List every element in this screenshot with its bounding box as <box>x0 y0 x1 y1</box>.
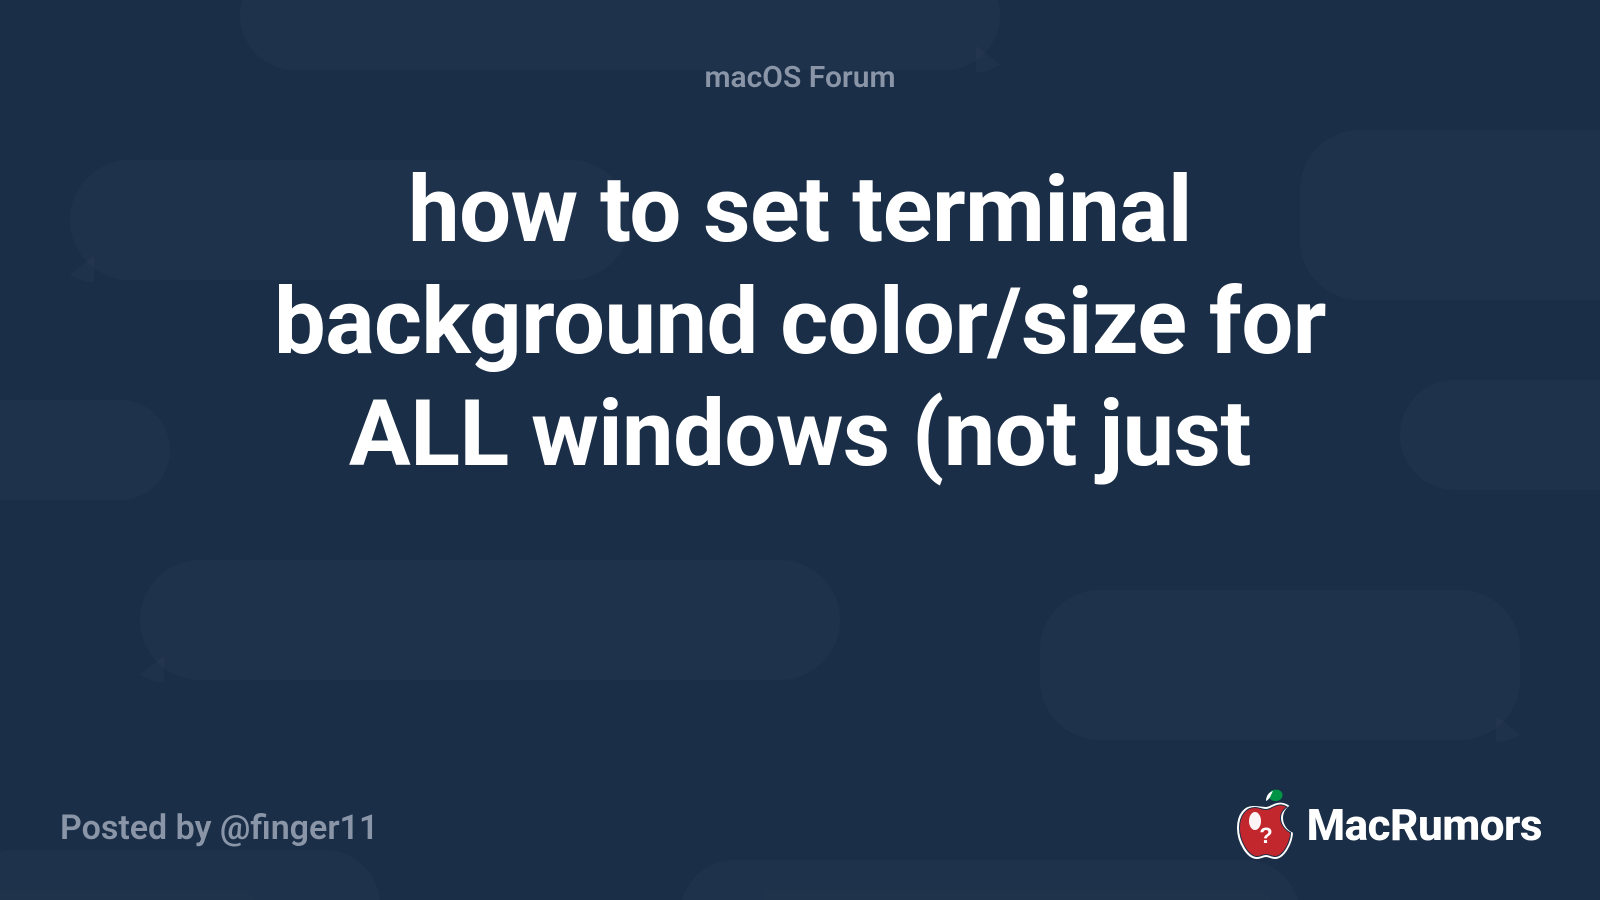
posted-by: Posted by @finger11 <box>60 808 378 848</box>
brand-name: MacRumors <box>1307 799 1542 851</box>
forum-label: macOS Forum <box>0 60 1600 95</box>
brand-logo: ? MacRumors <box>1233 788 1542 862</box>
svg-text:?: ? <box>1259 823 1272 848</box>
thread-title: how to set terminal background color/siz… <box>200 155 1400 492</box>
apple-bite-icon: ? <box>1233 788 1297 862</box>
